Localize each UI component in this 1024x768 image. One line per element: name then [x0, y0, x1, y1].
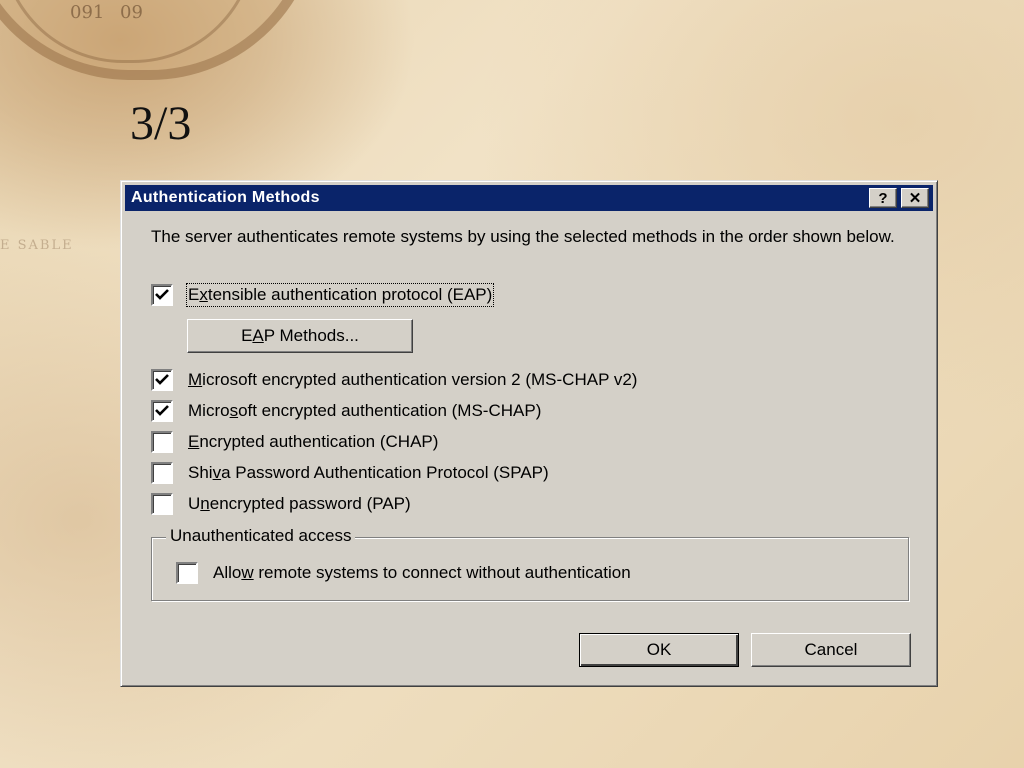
allow-unauthenticated-row[interactable]: Allow remote systems to connect without … — [176, 562, 631, 584]
dialog-description: The server authenticates remote systems … — [151, 227, 895, 246]
mschapv2-checkbox[interactable] — [151, 369, 173, 391]
ok-button[interactable]: OK — [579, 633, 739, 667]
help-icon: ? — [878, 189, 888, 207]
authentication-methods-dialog: Authentication Methods ? ✕ The server au… — [120, 180, 938, 687]
label-mnemonic: s — [229, 401, 239, 420]
label-text: icrosoft encrypted authentication versio… — [202, 370, 638, 389]
button-text: Cancel — [804, 640, 858, 659]
label-text: U — [188, 494, 201, 513]
allow-unauthenticated-label: Allow remote systems to connect without … — [213, 563, 631, 583]
label-text: remote systems to connect without authen… — [253, 563, 631, 582]
checkmark-icon — [155, 405, 169, 416]
slide-title: 3/3 — [130, 97, 192, 150]
mschap-checkbox[interactable] — [151, 400, 173, 422]
chap-checkbox-row[interactable]: Encrypted authentication (CHAP) — [151, 431, 438, 453]
button-text: E — [241, 326, 253, 345]
compass-number-1: 091 — [70, 2, 105, 23]
mschap-checkbox-row[interactable]: Microsoft encrypted authentication (MS-C… — [151, 400, 541, 422]
label-text: Shi — [188, 463, 213, 482]
label-text: a Password Authentication Protocol (SPAP… — [221, 463, 549, 482]
eap-label: Extensible authentication protocol (EAP) — [185, 283, 495, 307]
label-mnemonic: w — [241, 563, 254, 582]
label-mnemonic: x — [199, 285, 208, 304]
label-text: ncrypted authentication (CHAP) — [199, 432, 439, 451]
eap-methods-button[interactable]: EAP Methods... — [187, 319, 413, 353]
mschapv2-checkbox-row[interactable]: Microsoft encrypted authentication versi… — [151, 369, 637, 391]
label-text: encrypted password (PAP) — [209, 494, 411, 513]
background-map-text: E SABLE — [0, 238, 74, 253]
mschapv2-label: Microsoft encrypted authentication versi… — [188, 370, 637, 390]
spap-checkbox[interactable] — [151, 462, 173, 484]
label-text: tensible authentication protocol (EAP) — [207, 285, 493, 304]
checkmark-icon — [155, 289, 169, 300]
eap-checkbox[interactable] — [151, 284, 173, 306]
help-button[interactable]: ? — [869, 188, 897, 208]
spap-label: Shiva Password Authentication Protocol (… — [188, 463, 549, 483]
spap-checkbox-row[interactable]: Shiva Password Authentication Protocol (… — [151, 462, 549, 484]
label-text: Micro — [188, 401, 230, 420]
close-button[interactable]: ✕ — [901, 188, 929, 208]
close-icon: ✕ — [908, 190, 922, 207]
label-mnemonic: E — [188, 432, 200, 451]
mschap-label: Microsoft encrypted authentication (MS-C… — [188, 401, 541, 421]
pap-label: Unencrypted password (PAP) — [188, 494, 411, 514]
checkmark-icon — [155, 374, 169, 385]
button-mnemonic: A — [252, 326, 264, 345]
button-text: OK — [646, 640, 672, 659]
button-text: P Methods... — [263, 326, 359, 345]
pap-checkbox-row[interactable]: Unencrypted password (PAP) — [151, 493, 411, 515]
dialog-title: Authentication Methods — [131, 189, 320, 206]
chap-checkbox[interactable] — [151, 431, 173, 453]
label-text: Allo — [213, 563, 242, 582]
label-mnemonic: n — [200, 494, 210, 513]
group-legend: Unauthenticated access — [166, 526, 356, 546]
dialog-titlebar[interactable]: Authentication Methods ? ✕ — [125, 185, 933, 211]
chap-label: Encrypted authentication (CHAP) — [188, 432, 438, 452]
cancel-button[interactable]: Cancel — [751, 633, 911, 667]
label-text: E — [188, 285, 200, 304]
unauthenticated-access-group: Unauthenticated access Allow remote syst… — [151, 526, 909, 601]
label-text: oft encrypted authentication (MS-CHAP) — [238, 401, 542, 420]
label-mnemonic: M — [188, 370, 203, 389]
allow-unauthenticated-checkbox[interactable] — [176, 562, 198, 584]
eap-checkbox-row[interactable]: Extensible authentication protocol (EAP) — [151, 283, 495, 307]
label-mnemonic: v — [212, 463, 222, 482]
pap-checkbox[interactable] — [151, 493, 173, 515]
compass-number-2: 09 — [120, 2, 143, 23]
